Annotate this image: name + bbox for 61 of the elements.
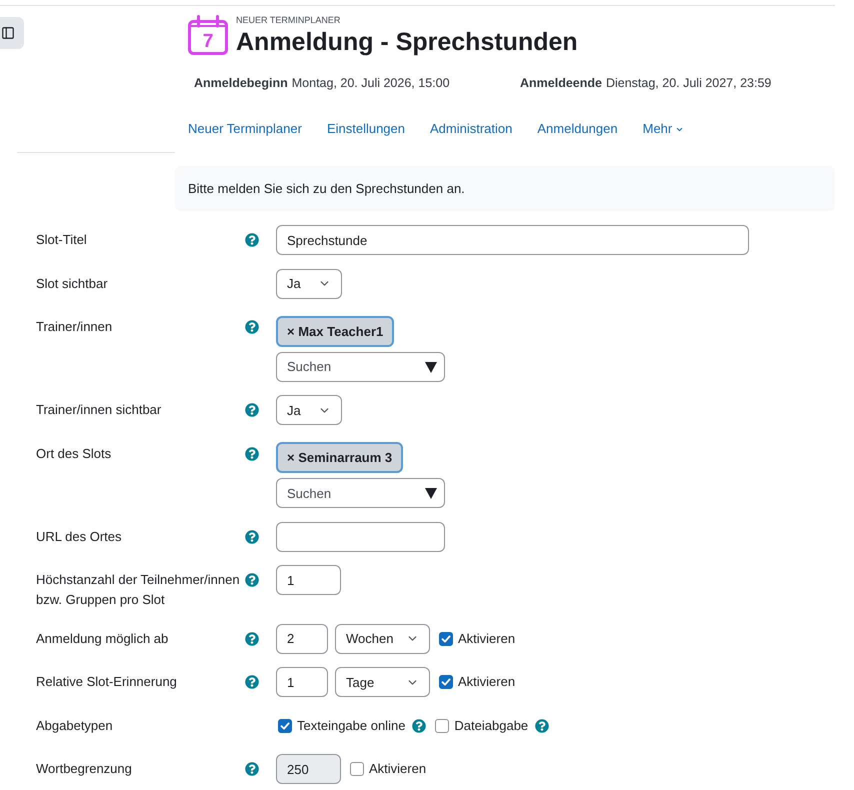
help-icon[interactable] [245,573,259,587]
text-field[interactable]: Sprechstunde [276,225,749,255]
field-label: Abgabetypen [36,716,114,735]
checkbox-label[interactable]: Aktivieren [458,672,516,692]
field-label: Slot-Titel [36,231,88,249]
nav-link[interactable]: Administration [430,120,512,138]
number-field[interactable]: 1 [276,565,341,595]
help-icon[interactable] [412,718,426,732]
url-field[interactable] [276,522,445,552]
field-label: URL des Ortes [36,528,122,546]
field-label: Trainer/innen sichtbar [36,401,162,419]
module-type-label: NEUER TERMINPLANER [236,15,342,25]
sidebar-toggle-button[interactable] [0,17,24,49]
checkbox-label[interactable]: Texteingabe online [297,716,406,736]
field-label: Relative Slot-Erinnerung [36,673,178,691]
select-field[interactable]: Ja [276,395,342,425]
help-icon[interactable] [535,718,550,732]
field-label: Wortbegrenzung [36,760,133,778]
date-label: Anmeldeende [520,75,602,92]
checkbox[interactable] [439,632,453,646]
page-title: Anmeldung - Sprechstunden [236,27,578,57]
number-field[interactable]: 2 [276,624,328,654]
field-label: Anmeldung möglich ab [36,630,170,648]
nav-link[interactable]: Neuer Terminplaner [188,120,302,138]
nav-link[interactable]: Anmeldungen [537,120,618,138]
nav-link[interactable]: Einstellungen [326,120,405,138]
checkbox-label[interactable]: Aktivieren [369,759,426,779]
select-field[interactable]: Wochen [335,624,430,654]
date-value: Montag, 20. Juli 2026, 15:00 [292,75,450,92]
help-icon[interactable] [245,446,259,460]
caret-icon [425,488,437,499]
checkbox[interactable] [278,718,292,732]
field-label: Slot sichtbar [36,274,109,292]
date-label: Anmeldebeginn [194,75,288,92]
checkbox[interactable] [350,762,364,776]
help-icon[interactable] [245,320,259,334]
help-icon[interactable] [245,233,259,247]
help-icon[interactable] [245,762,259,776]
checkbox-label[interactable]: Dateiabgabe [454,716,528,736]
field-label: Ort des Slots [36,444,112,462]
checkbox-label[interactable]: Aktivieren [458,628,516,648]
sidebar-icon [1,26,15,40]
date-value: Dienstag, 20. Juli 2027, 23:59 [606,75,772,92]
search-field[interactable]: Suchen [276,352,445,382]
tag-chip[interactable]: × Max Teacher1 [276,316,394,346]
select-field[interactable]: Ja [276,268,342,298]
field-label: Höchstanzahl der Teilnehmer/innen bzw. Gruppen pro Slot [36,571,241,609]
help-icon[interactable] [245,403,259,417]
search-field[interactable]: Suchen [276,478,445,508]
select-field[interactable]: Tage [335,667,430,697]
nav-link[interactable]: Mehr [642,120,684,138]
checkbox[interactable] [439,675,453,689]
caret-icon [425,362,437,372]
help-icon[interactable] [245,632,259,646]
tag-chip[interactable]: × Seminarraum 3 [276,442,404,473]
number-field[interactable]: 1 [276,667,328,697]
checkbox[interactable] [435,718,450,732]
help-icon[interactable] [245,675,259,689]
intro-text: Bitte melden Sie sich zu den Sprechstunden an. [188,180,465,198]
help-icon[interactable] [245,530,259,544]
field-label: Trainer/innen [36,318,114,336]
